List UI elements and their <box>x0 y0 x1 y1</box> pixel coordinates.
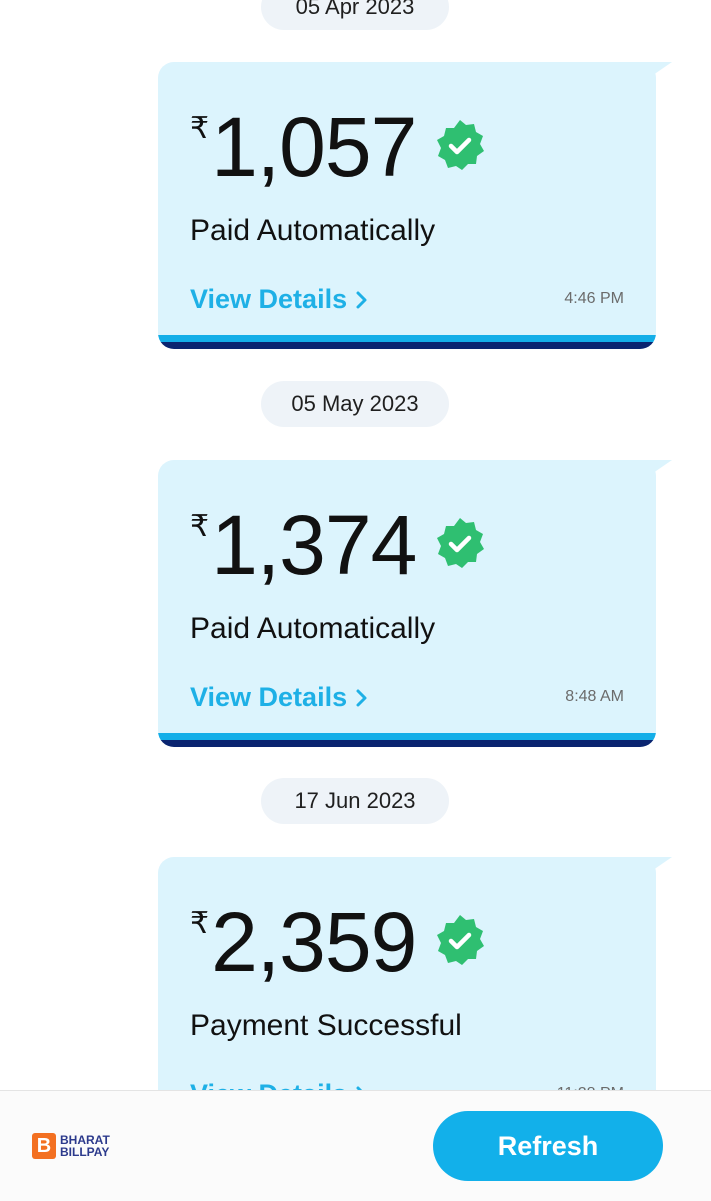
chevron-right-icon <box>356 291 367 308</box>
amount-row: ₹ 2,359 <box>190 897 488 987</box>
date-pill: 17 Jun 2023 <box>261 778 449 824</box>
payment-status: Payment Successful <box>190 1009 462 1042</box>
transaction-time: 8:48 AM <box>565 688 624 705</box>
card-stripe-dark <box>158 740 656 747</box>
view-details-link[interactable]: View Details <box>190 284 369 315</box>
date-label: 05 May 2023 <box>291 391 419 416</box>
card-stripe-dark <box>158 342 656 349</box>
transaction-feed: 05 Apr 2023 ₹ 1,057 Paid Automatically V… <box>0 0 711 1200</box>
refresh-button[interactable]: Refresh <box>433 1111 663 1181</box>
verified-check-icon <box>437 120 485 170</box>
currency-symbol: ₹ <box>190 112 210 145</box>
date-label: 05 Apr 2023 <box>295 0 415 19</box>
verified-check-icon <box>437 518 485 568</box>
date-pill: 05 May 2023 <box>261 381 449 427</box>
amount-row: ₹ 1,057 <box>190 102 488 192</box>
date-label: 17 Jun 2023 <box>294 788 416 813</box>
brand-line-2: BILLPAY <box>60 1145 110 1159</box>
transaction-time: 4:46 PM <box>564 290 624 307</box>
transaction-card[interactable]: ₹ 1,057 Paid Automatically View Details … <box>158 62 656 349</box>
amount-row: ₹ 1,374 <box>190 500 488 590</box>
date-pill: 05 Apr 2023 <box>261 0 449 30</box>
amount-value: 1,057 <box>211 100 417 194</box>
amount-value: 2,359 <box>211 895 417 989</box>
view-details-label: View Details <box>190 682 348 712</box>
currency-symbol: ₹ <box>190 907 210 940</box>
brand-text: BHARAT BILLPAY <box>60 1134 110 1158</box>
view-details-link[interactable]: View Details <box>190 682 369 713</box>
currency-symbol: ₹ <box>190 510 210 543</box>
verified-check-icon <box>437 915 485 965</box>
bharat-billpay-logo: B BHARAT BILLPAY <box>32 1133 110 1159</box>
transaction-card[interactable]: ₹ 1,374 Paid Automatically View Details … <box>158 460 656 747</box>
amount-value: 1,374 <box>211 498 417 592</box>
payment-status: Paid Automatically <box>190 214 436 247</box>
view-details-label: View Details <box>190 284 348 314</box>
brand-mark-icon: B <box>32 1133 56 1159</box>
payment-status: Paid Automatically <box>190 612 436 645</box>
chevron-right-icon <box>356 689 367 706</box>
